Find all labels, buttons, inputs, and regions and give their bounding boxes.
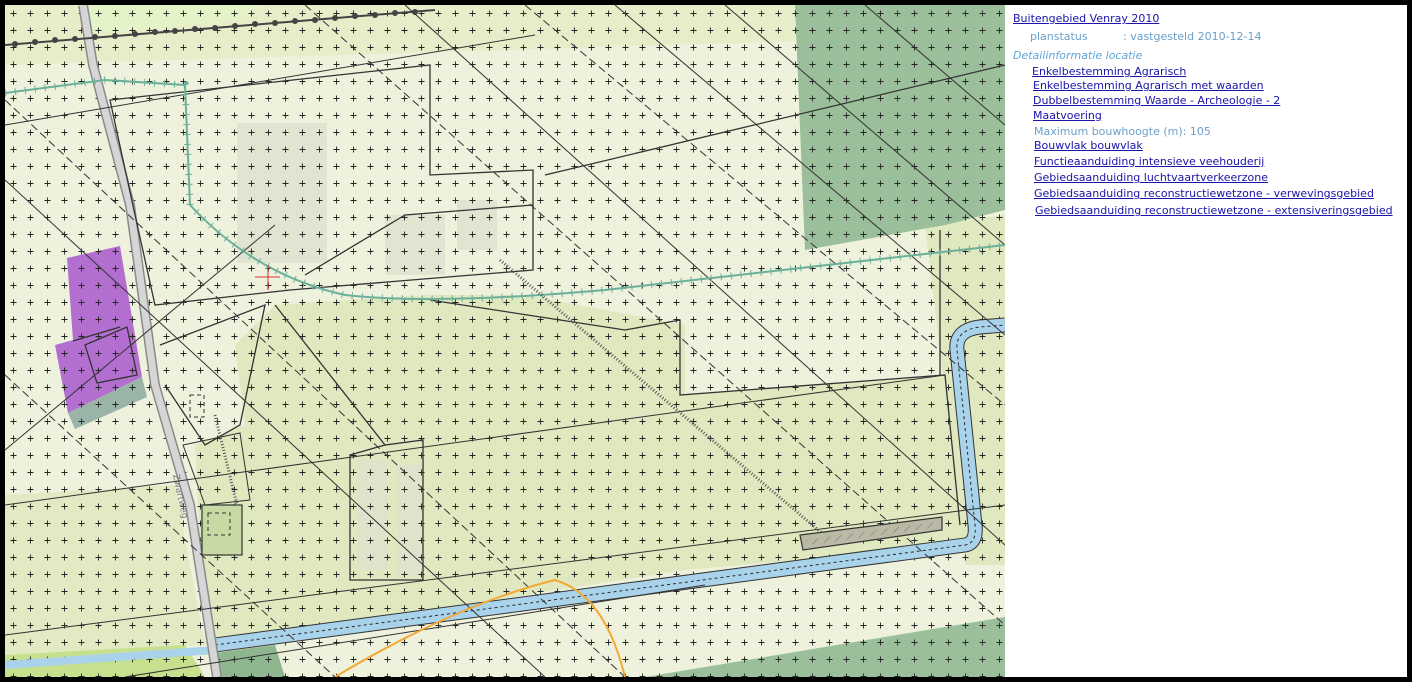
item-extensiveringsgebied[interactable]: Gebiedsaanduiding reconstructiewetzone -… <box>1035 204 1393 218</box>
item-bouwvlak[interactable]: Bouwvlak bouwvlak <box>1034 139 1143 153</box>
info-panel: Buitengebied Venray 2010 planstatus : va… <box>1005 5 1407 677</box>
plan-title-link[interactable]: Buitengebied Venray 2010 <box>1013 12 1159 26</box>
item-intensieve-veehouderij[interactable]: Functieaanduiding intensieve veehouderij <box>1034 155 1264 169</box>
item-agrarisch-met-waarden[interactable]: Enkelbestemming Agrarisch met waarden <box>1033 79 1264 93</box>
planstatus-value: : vastgesteld 2010-12-14 <box>1123 30 1262 43</box>
item-enkelbestemming-agrarisch[interactable]: Enkelbestemming Agrarisch <box>1032 65 1186 79</box>
item-verwevingsgebied[interactable]: Gebiedsaanduiding reconstructiewetzone -… <box>1034 187 1374 201</box>
item-archeologie[interactable]: Dubbelbestemming Waarde - Archeologie - … <box>1033 94 1280 108</box>
item-max-bouwhoogte: Maximum bouwhoogte (m): 105 <box>1034 125 1211 138</box>
item-luchtvaartverkeerzone[interactable]: Gebiedsaanduiding luchtvaartverkeerzone <box>1034 171 1268 185</box>
planstatus-label: planstatus <box>1030 30 1088 43</box>
item-maatvoering[interactable]: Maatvoering <box>1033 109 1102 123</box>
map-viewer[interactable]: Zwartweg <box>5 5 1005 677</box>
detail-heading: Detailinformatie locatie <box>1013 49 1143 62</box>
